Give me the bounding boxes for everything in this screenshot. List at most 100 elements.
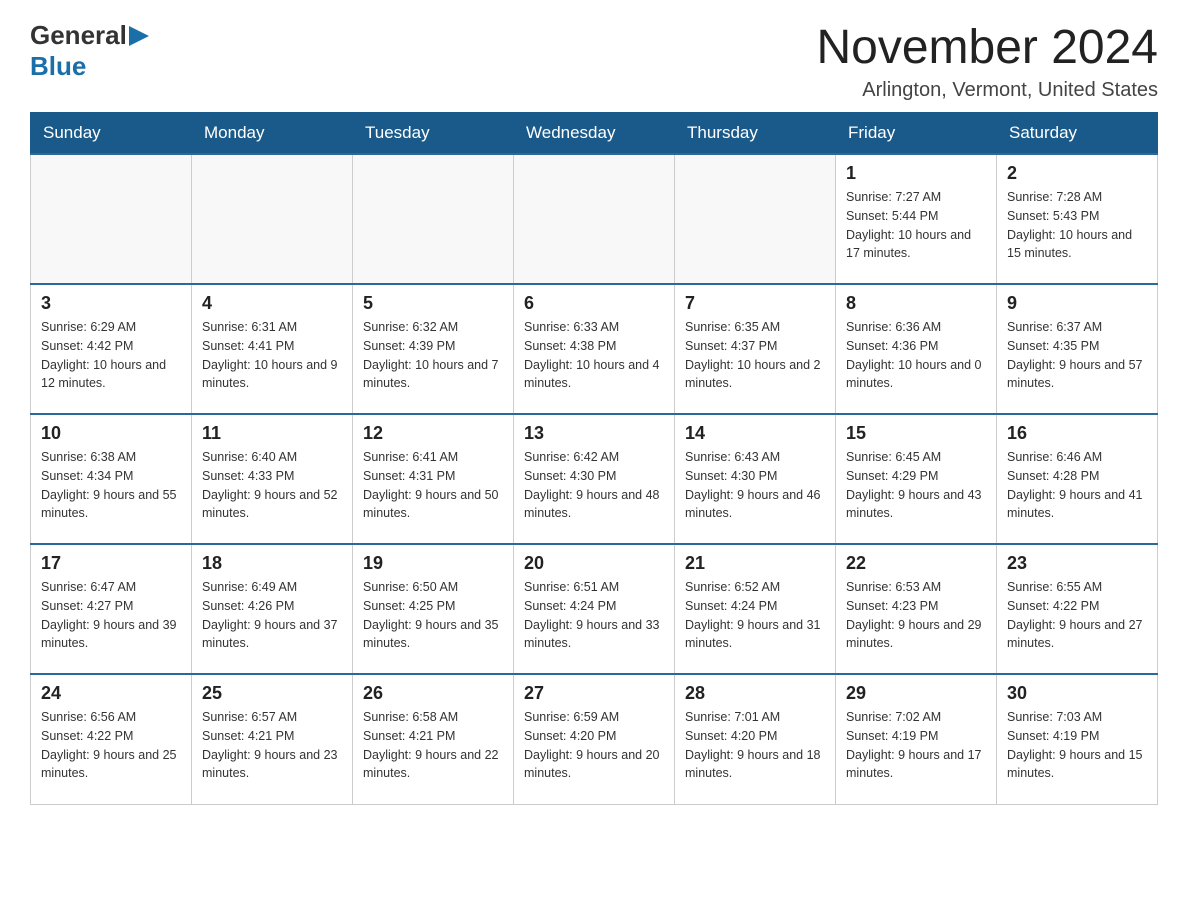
day-number: 11 [202,423,342,444]
logo-blue: Blue [30,51,86,81]
calendar-cell: 7 Sunrise: 6:35 AMSunset: 4:37 PMDaylight… [675,284,836,414]
day-number: 8 [846,293,986,314]
calendar-cell: 25 Sunrise: 6:57 AMSunset: 4:21 PMDayligh… [192,674,353,804]
day-number: 18 [202,553,342,574]
calendar-cell: 17 Sunrise: 6:47 AMSunset: 4:27 PMDayligh… [31,544,192,674]
col-monday: Monday [192,113,353,155]
calendar-cell [31,154,192,284]
day-info: Sunrise: 6:35 AMSunset: 4:37 PMDaylight:… [685,318,825,393]
calendar-cell: 16 Sunrise: 6:46 AMSunset: 4:28 PMDayligh… [997,414,1158,544]
calendar-cell: 28 Sunrise: 7:01 AMSunset: 4:20 PMDayligh… [675,674,836,804]
day-number: 26 [363,683,503,704]
col-wednesday: Wednesday [514,113,675,155]
day-number: 16 [1007,423,1147,444]
calendar-cell: 1 Sunrise: 7:27 AMSunset: 5:44 PMDaylight… [836,154,997,284]
day-info: Sunrise: 6:43 AMSunset: 4:30 PMDaylight:… [685,448,825,523]
calendar-cell: 2Sunrise: 7:28 AMSunset: 5:43 PMDaylight… [997,154,1158,284]
calendar-cell: 27Sunrise: 6:59 AMSunset: 4:20 PMDayligh… [514,674,675,804]
day-info: Sunrise: 6:42 AMSunset: 4:30 PMDaylight:… [524,448,664,523]
day-number: 21 [685,553,825,574]
page-header: General Blue November 2024 Arlington, Ve… [30,20,1158,102]
day-info: Sunrise: 6:57 AMSunset: 4:21 PMDaylight:… [202,708,342,783]
day-number: 7 [685,293,825,314]
day-info: Sunrise: 6:52 AMSunset: 4:24 PMDaylight:… [685,578,825,653]
calendar-cell: 20 Sunrise: 6:51 AMSunset: 4:24 PMDayligh… [514,544,675,674]
day-info: Sunrise: 6:31 AMSunset: 4:41 PMDaylight:… [202,318,342,393]
calendar-cell: 22Sunrise: 6:53 AMSunset: 4:23 PMDayligh… [836,544,997,674]
day-info: Sunrise: 6:58 AMSunset: 4:21 PMDaylight:… [363,708,503,783]
col-sunday: Sunday [31,113,192,155]
location: Arlington, Vermont, United States [816,79,1158,102]
calendar-cell: 4 Sunrise: 6:31 AMSunset: 4:41 PMDaylight… [192,284,353,414]
calendar-cell: 8Sunrise: 6:36 AMSunset: 4:36 PMDaylight… [836,284,997,414]
day-info: Sunrise: 6:50 AMSunset: 4:25 PMDaylight:… [363,578,503,653]
day-number: 15 [846,423,986,444]
calendar-cell: 29 Sunrise: 7:02 AMSunset: 4:19 PMDayligh… [836,674,997,804]
day-info: Sunrise: 6:47 AMSunset: 4:27 PMDaylight:… [41,578,181,653]
day-info: Sunrise: 6:40 AMSunset: 4:33 PMDaylight:… [202,448,342,523]
day-number: 30 [1007,683,1147,704]
calendar-cell: 11 Sunrise: 6:40 AMSunset: 4:33 PMDayligh… [192,414,353,544]
day-info: Sunrise: 6:51 AMSunset: 4:24 PMDaylight:… [524,578,664,653]
calendar-cell: 30 Sunrise: 7:03 AMSunset: 4:19 PMDayligh… [997,674,1158,804]
calendar-cell: 23 Sunrise: 6:55 AMSunset: 4:22 PMDayligh… [997,544,1158,674]
logo-triangle-icon [129,26,149,46]
calendar-cell [353,154,514,284]
day-info: Sunrise: 6:45 AMSunset: 4:29 PMDaylight:… [846,448,986,523]
day-info: Sunrise: 6:32 AMSunset: 4:39 PMDaylight:… [363,318,503,393]
week-row-1: 1 Sunrise: 7:27 AMSunset: 5:44 PMDaylight… [31,154,1158,284]
day-number: 29 [846,683,986,704]
day-info: Sunrise: 7:03 AMSunset: 4:19 PMDaylight:… [1007,708,1147,783]
week-row-2: 3Sunrise: 6:29 AMSunset: 4:42 PMDaylight… [31,284,1158,414]
week-row-4: 17 Sunrise: 6:47 AMSunset: 4:27 PMDayligh… [31,544,1158,674]
day-number: 4 [202,293,342,314]
calendar-table: Sunday Monday Tuesday Wednesday Thursday… [30,112,1158,805]
calendar-cell [675,154,836,284]
calendar-cell: 18 Sunrise: 6:49 AMSunset: 4:26 PMDayligh… [192,544,353,674]
day-number: 25 [202,683,342,704]
calendar-cell: 26 Sunrise: 6:58 AMSunset: 4:21 PMDayligh… [353,674,514,804]
calendar-cell: 5 Sunrise: 6:32 AMSunset: 4:39 PMDaylight… [353,284,514,414]
day-info: Sunrise: 7:27 AMSunset: 5:44 PMDaylight:… [846,188,986,263]
day-number: 10 [41,423,181,444]
title-block: November 2024 Arlington, Vermont, United… [816,20,1158,102]
day-number: 12 [363,423,503,444]
calendar-cell: 12 Sunrise: 6:41 AMSunset: 4:31 PMDayligh… [353,414,514,544]
day-info: Sunrise: 6:49 AMSunset: 4:26 PMDaylight:… [202,578,342,653]
day-number: 24 [41,683,181,704]
logo: General Blue [30,20,149,82]
day-info: Sunrise: 6:46 AMSunset: 4:28 PMDaylight:… [1007,448,1147,523]
day-number: 5 [363,293,503,314]
day-info: Sunrise: 7:01 AMSunset: 4:20 PMDaylight:… [685,708,825,783]
day-info: Sunrise: 6:59 AMSunset: 4:20 PMDaylight:… [524,708,664,783]
day-number: 6 [524,293,664,314]
day-info: Sunrise: 6:33 AMSunset: 4:38 PMDaylight:… [524,318,664,393]
calendar-header-row: Sunday Monday Tuesday Wednesday Thursday… [31,113,1158,155]
calendar-cell: 21 Sunrise: 6:52 AMSunset: 4:24 PMDayligh… [675,544,836,674]
calendar-cell: 19Sunrise: 6:50 AMSunset: 4:25 PMDayligh… [353,544,514,674]
day-number: 1 [846,163,986,184]
day-number: 13 [524,423,664,444]
day-info: Sunrise: 6:55 AMSunset: 4:22 PMDaylight:… [1007,578,1147,653]
day-number: 9 [1007,293,1147,314]
day-info: Sunrise: 6:41 AMSunset: 4:31 PMDaylight:… [363,448,503,523]
day-number: 28 [685,683,825,704]
calendar-cell: 10 Sunrise: 6:38 AMSunset: 4:34 PMDayligh… [31,414,192,544]
day-number: 23 [1007,553,1147,574]
day-info: Sunrise: 7:02 AMSunset: 4:19 PMDaylight:… [846,708,986,783]
day-number: 2 [1007,163,1147,184]
day-number: 17 [41,553,181,574]
day-info: Sunrise: 6:37 AMSunset: 4:35 PMDaylight:… [1007,318,1147,393]
calendar-cell: 6 Sunrise: 6:33 AMSunset: 4:38 PMDaylight… [514,284,675,414]
day-info: Sunrise: 6:38 AMSunset: 4:34 PMDaylight:… [41,448,181,523]
day-number: 20 [524,553,664,574]
day-info: Sunrise: 6:53 AMSunset: 4:23 PMDaylight:… [846,578,986,653]
week-row-3: 10 Sunrise: 6:38 AMSunset: 4:34 PMDayligh… [31,414,1158,544]
col-saturday: Saturday [997,113,1158,155]
month-title: November 2024 [816,20,1158,75]
day-info: Sunrise: 6:29 AMSunset: 4:42 PMDaylight:… [41,318,181,393]
col-tuesday: Tuesday [353,113,514,155]
col-friday: Friday [836,113,997,155]
day-number: 14 [685,423,825,444]
col-thursday: Thursday [675,113,836,155]
